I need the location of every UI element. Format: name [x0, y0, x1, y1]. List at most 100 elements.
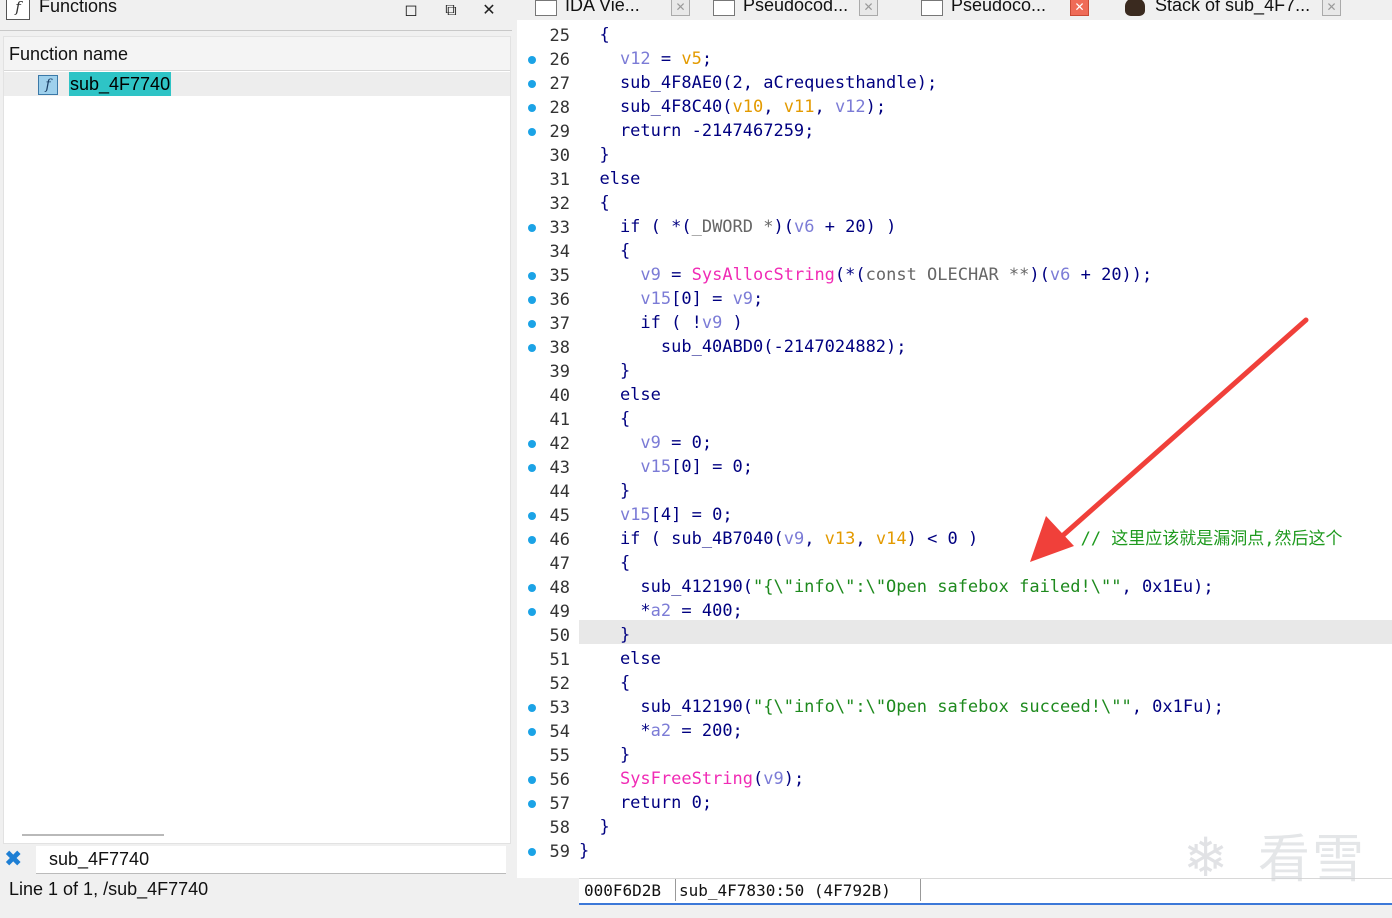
- code-view[interactable]: 25 26 27 28 29 30 31 32 33 34 35 36 37 38 39 40 41 42 43 44…: [517, 20, 1392, 878]
- code-line[interactable]: return 0;: [579, 788, 1392, 812]
- close-icon[interactable]: ✕: [1322, 0, 1341, 16]
- line-number[interactable]: 35: [517, 263, 579, 287]
- blue-dot-icon[interactable]: [528, 296, 536, 304]
- line-number[interactable]: 57: [517, 791, 579, 815]
- code-line[interactable]: {: [579, 188, 1392, 212]
- line-number[interactable]: 43: [517, 455, 579, 479]
- blue-dot-icon[interactable]: [528, 80, 536, 88]
- blue-dot-icon[interactable]: [528, 104, 536, 112]
- code-line[interactable]: v15[0] = 0;: [579, 452, 1392, 476]
- code-line[interactable]: sub_4F8C40(v10, v11, v12);: [579, 92, 1392, 116]
- line-number[interactable]: 37: [517, 311, 579, 335]
- line-number[interactable]: 58: [517, 815, 579, 839]
- code-line[interactable]: {: [579, 548, 1392, 572]
- code-line[interactable]: v12 = v5;: [579, 44, 1392, 68]
- blue-dot-icon[interactable]: [528, 776, 536, 784]
- blue-dot-icon[interactable]: [528, 848, 536, 856]
- close-icon[interactable]: ✕: [671, 0, 690, 16]
- line-number[interactable]: 30: [517, 143, 579, 167]
- line-number[interactable]: 49: [517, 599, 579, 623]
- line-number[interactable]: 26: [517, 47, 579, 71]
- line-number[interactable]: 51: [517, 647, 579, 671]
- code-line[interactable]: }: [579, 356, 1392, 380]
- line-number[interactable]: 39: [517, 359, 579, 383]
- line-number[interactable]: 56: [517, 767, 579, 791]
- line-number[interactable]: 40: [517, 383, 579, 407]
- line-number[interactable]: 47: [517, 551, 579, 575]
- blue-dot-icon[interactable]: [528, 608, 536, 616]
- blue-dot-icon[interactable]: [528, 344, 536, 352]
- code-line[interactable]: sub_412190("{\"info\":\"Open safebox fai…: [579, 572, 1392, 596]
- code-line[interactable]: return -2147467259;: [579, 116, 1392, 140]
- blue-dot-icon[interactable]: [528, 512, 536, 520]
- blue-dot-icon[interactable]: [528, 704, 536, 712]
- line-number[interactable]: 33: [517, 215, 579, 239]
- code-line[interactable]: else: [579, 380, 1392, 404]
- code-line[interactable]: }: [579, 740, 1392, 764]
- close-icon[interactable]: ✕: [859, 0, 878, 16]
- code-line[interactable]: sub_40ABD0(-2147024882);: [579, 332, 1392, 356]
- line-number[interactable]: 31: [517, 167, 579, 191]
- function-search-input[interactable]: [36, 846, 506, 874]
- clear-x-icon[interactable]: ✖: [4, 848, 22, 872]
- code-line[interactable]: sub_412190("{\"info\":\"Open safebox suc…: [579, 692, 1392, 716]
- line-number[interactable]: 41: [517, 407, 579, 431]
- line-number[interactable]: 54: [517, 719, 579, 743]
- blue-dot-icon[interactable]: [528, 584, 536, 592]
- line-number[interactable]: 34: [517, 239, 579, 263]
- line-number[interactable]: 36: [517, 287, 579, 311]
- line-number[interactable]: 28: [517, 95, 579, 119]
- blue-dot-icon[interactable]: [528, 728, 536, 736]
- blue-dot-icon[interactable]: [528, 320, 536, 328]
- line-number[interactable]: 48: [517, 575, 579, 599]
- code-line[interactable]: sub_4F8AE0(2, aCrequesthandle);: [579, 68, 1392, 92]
- line-number[interactable]: 52: [517, 671, 579, 695]
- code-line[interactable]: {: [579, 236, 1392, 260]
- tab-ida-view[interactable]: IDA Vie... ✕: [535, 0, 690, 20]
- horizontal-scrollbar[interactable]: [22, 834, 164, 836]
- code-line[interactable]: {: [579, 404, 1392, 428]
- line-number[interactable]: 25: [517, 23, 579, 47]
- code-line[interactable]: v9 = 0;: [579, 428, 1392, 452]
- code-line[interactable]: SysFreeString(v9);: [579, 764, 1392, 788]
- code-line[interactable]: v9 = SysAllocString(*(const OLECHAR **)(…: [579, 260, 1392, 284]
- code-line[interactable]: *a2 = 200;: [579, 716, 1392, 740]
- restore-icon[interactable]: ⧉: [438, 0, 464, 22]
- tab-stack-of-sub[interactable]: Stack of sub_4F7... ✕: [1125, 0, 1341, 20]
- line-number[interactable]: 45: [517, 503, 579, 527]
- line-number[interactable]: 42: [517, 431, 579, 455]
- close-icon[interactable]: ✕: [476, 0, 502, 22]
- line-number[interactable]: 29: [517, 119, 579, 143]
- code-line[interactable]: *a2 = 400;: [579, 596, 1392, 620]
- blue-dot-icon[interactable]: [528, 224, 536, 232]
- line-number[interactable]: 44: [517, 479, 579, 503]
- maximize-icon[interactable]: ◻: [398, 0, 424, 22]
- code-line[interactable]: {: [579, 20, 1392, 44]
- line-number[interactable]: 46: [517, 527, 579, 551]
- line-number[interactable]: 53: [517, 695, 579, 719]
- column-header-function-name[interactable]: Function name: [4, 37, 510, 71]
- code-line[interactable]: if ( !v9 ): [579, 308, 1392, 332]
- line-number[interactable]: 27: [517, 71, 579, 95]
- code-line[interactable]: v15[4] = 0;: [579, 500, 1392, 524]
- blue-dot-icon[interactable]: [528, 800, 536, 808]
- blue-dot-icon[interactable]: [528, 272, 536, 280]
- blue-dot-icon[interactable]: [528, 128, 536, 136]
- code-line[interactable]: if ( *(_DWORD *)(v6 + 20) ): [579, 212, 1392, 236]
- code-line[interactable]: else: [579, 644, 1392, 668]
- code-line[interactable]: {: [579, 668, 1392, 692]
- blue-dot-icon[interactable]: [528, 56, 536, 64]
- blue-dot-icon[interactable]: [528, 536, 536, 544]
- code-line[interactable]: v15[0] = v9;: [579, 284, 1392, 308]
- line-number[interactable]: 50: [517, 623, 579, 647]
- line-number[interactable]: 55: [517, 743, 579, 767]
- line-number[interactable]: 32: [517, 191, 579, 215]
- close-icon[interactable]: ✕: [1070, 0, 1089, 16]
- line-number[interactable]: 59: [517, 839, 579, 863]
- code-line[interactable]: }: [579, 140, 1392, 164]
- code-line[interactable]: if ( sub_4B7040(v9, v13, v14) < 0 ) // 这…: [579, 524, 1392, 548]
- tab-pseudocode-b[interactable]: Pseudoco... ✕: [921, 0, 1091, 20]
- blue-dot-icon[interactable]: [528, 464, 536, 472]
- tab-pseudocode-a[interactable]: Pseudocod... ✕: [713, 0, 883, 20]
- code-line[interactable]: }: [579, 620, 1392, 644]
